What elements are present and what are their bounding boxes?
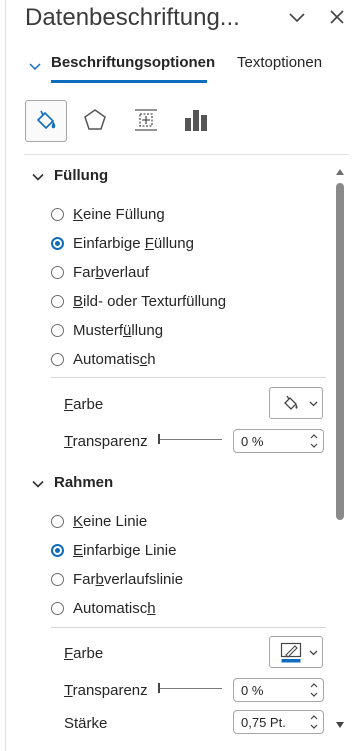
- spinbox-value[interactable]: 0 %: [241, 434, 263, 449]
- radio-automatic-line[interactable]: Automatisch: [51, 598, 156, 618]
- radio-gradient-line[interactable]: Farbverlaufslinie: [51, 569, 183, 589]
- radio-pattern-fill[interactable]: Musterfüllung: [51, 320, 163, 340]
- option-label: Einfarbige Linie: [73, 541, 177, 559]
- scrollbar-thumb[interactable]: [336, 183, 344, 520]
- fill-line-icon[interactable]: [25, 100, 67, 142]
- line-transparency-slider[interactable]: [158, 683, 222, 693]
- paint-bucket-icon: [284, 395, 298, 410]
- chevron-down-icon: [309, 401, 318, 407]
- radio-button[interactable]: [51, 207, 64, 221]
- line-transparency-label: Transparenz: [64, 682, 148, 699]
- option-label: Farbverlauf: [73, 263, 149, 281]
- radio-picture-texture-fill[interactable]: Bild- oder Texturfüllung: [51, 291, 226, 311]
- radio-gradient-fill[interactable]: Farbverlauf: [51, 262, 149, 282]
- pane-left-border: [5, 0, 6, 751]
- spin-arrows-icon[interactable]: [310, 681, 318, 699]
- radio-button[interactable]: [51, 352, 64, 366]
- tab-expand-chevron-icon: [29, 63, 41, 71]
- chevron-down-icon[interactable]: [286, 6, 308, 28]
- fill-color-button[interactable]: [269, 387, 323, 419]
- options-tabs: Beschriftungsoptionen Textoptionen: [25, 54, 335, 84]
- line-width-label: Stärke: [64, 715, 108, 732]
- option-label: Einfarbige Füllung: [73, 234, 194, 252]
- vertical-scrollbar[interactable]: [333, 165, 347, 735]
- scroll-up-arrow-icon[interactable]: [335, 168, 345, 176]
- slider-thumb[interactable]: [158, 434, 160, 444]
- slider-track: [158, 439, 222, 440]
- active-tab-indicator: [51, 80, 207, 83]
- tab-textoptionen[interactable]: Textoptionen: [237, 54, 322, 71]
- radio-button[interactable]: [51, 323, 64, 337]
- option-label: Musterfüllung: [73, 321, 164, 339]
- option-label: Keine Linie: [73, 512, 148, 530]
- radio-solid-line[interactable]: Einfarbige Linie: [51, 540, 176, 560]
- radio-automatic-fill[interactable]: Automatisch: [51, 349, 156, 369]
- close-icon[interactable]: [326, 6, 348, 28]
- radio-button[interactable]: [51, 294, 64, 308]
- section-divider: [51, 377, 326, 378]
- radio-button[interactable]: [51, 572, 64, 586]
- options-content: Füllung Keine Füllung Einfarbige Füllung…: [24, 155, 326, 751]
- radio-button-selected[interactable]: [51, 236, 64, 250]
- line-color-button[interactable]: [269, 636, 323, 668]
- label-options-chart-icon[interactable]: [176, 100, 216, 140]
- spin-arrows-icon[interactable]: [310, 432, 318, 450]
- radio-no-line[interactable]: Keine Linie: [51, 511, 147, 531]
- spin-arrows-icon[interactable]: [310, 713, 318, 731]
- option-label: Farbverlaufslinie: [73, 570, 184, 588]
- option-label: Bild- oder Texturfüllung: [73, 292, 227, 310]
- tab-beschriftungsoptionen[interactable]: Beschriftungsoptionen: [51, 54, 215, 71]
- section-title-border[interactable]: Rahmen: [54, 474, 113, 491]
- radio-solid-fill[interactable]: Einfarbige Füllung: [51, 233, 194, 253]
- fill-transparency-slider[interactable]: [158, 434, 222, 444]
- radio-button[interactable]: [51, 601, 64, 615]
- fill-color-label: Farbe: [64, 396, 104, 413]
- option-label: Automatisch: [73, 599, 156, 617]
- slider-track: [158, 688, 222, 689]
- slider-thumb[interactable]: [158, 683, 160, 693]
- option-label: Automatisch: [73, 350, 156, 368]
- chevron-down-icon: [309, 650, 318, 656]
- fill-transparency-label: Transparenz: [64, 433, 148, 450]
- fill-transparency-spinbox[interactable]: 0 %: [233, 429, 324, 453]
- section-divider: [51, 627, 326, 628]
- radio-button[interactable]: [51, 514, 64, 528]
- spinbox-value[interactable]: 0,75 Pt.: [241, 715, 286, 730]
- chevron-down-icon[interactable]: [32, 171, 44, 183]
- chevron-down-icon[interactable]: [32, 478, 44, 490]
- section-title-fill[interactable]: Füllung: [54, 167, 108, 184]
- scroll-down-arrow-icon[interactable]: [335, 721, 345, 729]
- line-color-label: Farbe: [64, 645, 104, 662]
- radio-button[interactable]: [51, 265, 64, 279]
- radio-no-fill[interactable]: Keine Füllung: [51, 204, 165, 224]
- effects-pentagon-icon[interactable]: [75, 100, 115, 140]
- radio-button-selected[interactable]: [51, 543, 64, 557]
- line-width-spinbox[interactable]: 0,75 Pt.: [233, 710, 324, 734]
- size-properties-icon[interactable]: [126, 100, 166, 140]
- option-label: Keine Füllung: [73, 205, 165, 223]
- line-transparency-spinbox[interactable]: 0 %: [233, 678, 324, 702]
- pen-color-icon: [280, 642, 302, 663]
- pane-title: Datenbeschriftung...: [25, 4, 240, 31]
- spinbox-value[interactable]: 0 %: [241, 683, 263, 698]
